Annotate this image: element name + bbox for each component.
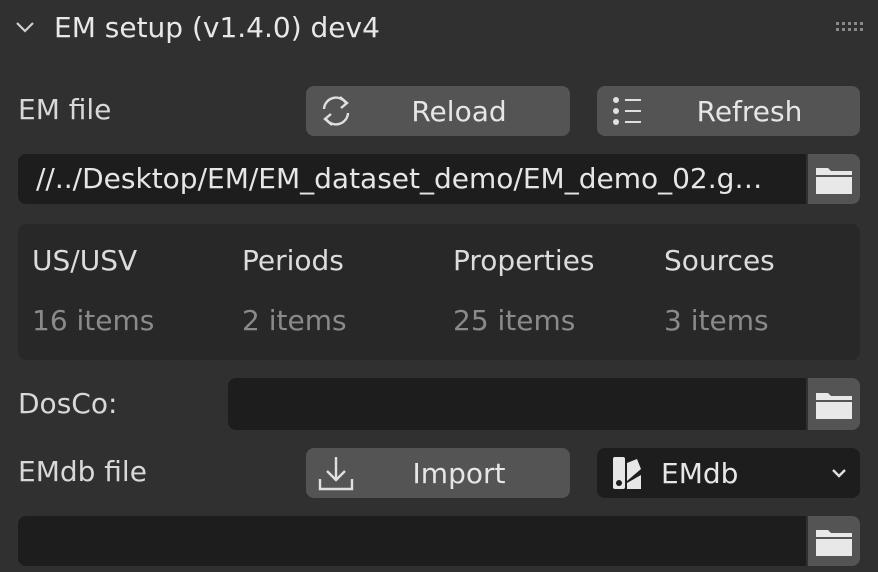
emdb-dropdown-value: EMdb [661, 456, 739, 490]
color-swatch-icon [613, 457, 641, 489]
stats-panel: US/USV 16 items Periods 2 items Properti… [18, 224, 860, 360]
emdb-file-label: EMdb file [18, 455, 147, 488]
stat-header-periods: Periods [242, 244, 344, 277]
folder-icon [816, 168, 852, 194]
stat-value-periods: 2 items [242, 304, 347, 337]
refresh-label: Refresh [696, 94, 803, 128]
stat-header-us-usv: US/USV [32, 244, 138, 277]
stat-value-us-usv: 16 items [32, 304, 155, 337]
drag-grip-icon[interactable] [832, 18, 868, 36]
stat-header-sources: Sources [664, 244, 775, 277]
stat-header-properties: Properties [453, 244, 595, 277]
reload-icon [322, 96, 350, 126]
chevron-down-icon [832, 469, 846, 478]
emdb-path-field[interactable] [18, 516, 806, 566]
reload-button[interactable]: Reload [306, 86, 570, 136]
dosco-browse-button[interactable] [808, 378, 860, 430]
list-icon [613, 97, 641, 125]
import-button[interactable]: Import [306, 448, 570, 498]
import-label: Import [412, 456, 506, 490]
reload-label: Reload [411, 94, 507, 128]
stat-value-properties: 25 items [453, 304, 576, 337]
folder-icon [816, 530, 852, 556]
dosco-path-field[interactable] [228, 378, 806, 430]
em-file-label: EM file [18, 93, 112, 126]
emdb-browse-button[interactable] [808, 516, 860, 566]
dosco-label: DosCo: [18, 387, 118, 420]
emdb-format-dropdown[interactable]: EMdb [597, 448, 860, 498]
download-icon [318, 457, 354, 491]
em-file-path-field[interactable]: //../Desktop/EM/EM_dataset_demo/EM_demo_… [18, 154, 806, 204]
panel-title: EM setup (v1.4.0) dev4 [54, 11, 380, 44]
stat-value-sources: 3 items [664, 304, 769, 337]
refresh-button[interactable]: Refresh [597, 86, 860, 136]
chevron-down-icon[interactable] [14, 16, 36, 38]
em-file-browse-button[interactable] [808, 154, 860, 204]
folder-icon [816, 393, 852, 419]
panel-header[interactable]: EM setup (v1.4.0) dev4 [0, 0, 878, 56]
